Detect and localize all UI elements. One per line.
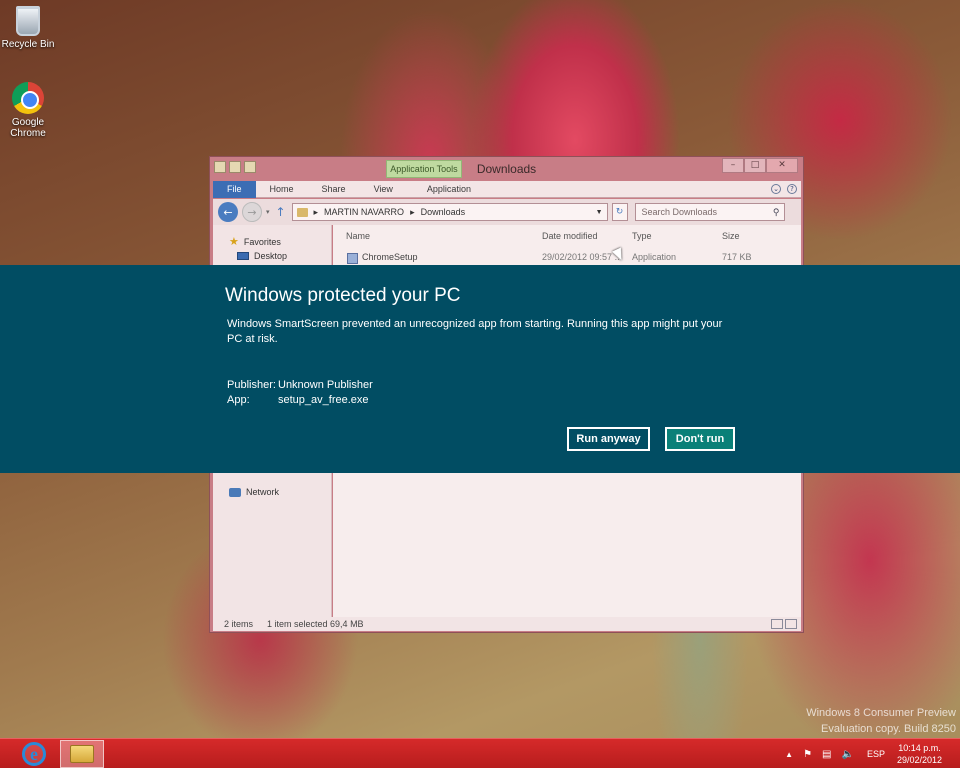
file-explorer-icon: [70, 745, 94, 763]
volume-icon[interactable]: 🔈: [841, 749, 853, 760]
file-name: ChromeSetup: [362, 252, 418, 262]
clock[interactable]: 10:14 p.m. 29/02/2012: [897, 742, 960, 766]
column-name[interactable]: Name: [346, 231, 370, 241]
network-icon: [229, 487, 241, 497]
tab-application[interactable]: Application: [413, 181, 485, 198]
star-icon: ★: [229, 236, 239, 248]
file-size: 717 KB: [722, 252, 752, 262]
refresh-button[interactable]: ↻: [611, 203, 628, 221]
nav-favorites-label: Favorites: [243, 236, 281, 247]
tab-home[interactable]: Home: [256, 181, 308, 198]
window-title: Downloads: [476, 162, 537, 176]
tab-file[interactable]: File: [213, 180, 256, 198]
selection-info: 1 item selected 69,4 MB: [267, 619, 364, 629]
chrome-icon: [12, 82, 44, 114]
maximize-button[interactable]: □: [744, 158, 766, 173]
dont-run-button[interactable]: Don't run: [665, 427, 735, 451]
tab-view[interactable]: View: [360, 181, 407, 198]
taskbar-internet-explorer[interactable]: e: [12, 740, 56, 768]
view-toggles: [771, 619, 801, 629]
address-dropdown-icon[interactable]: ▼: [596, 209, 607, 216]
close-button[interactable]: ✕: [766, 158, 798, 173]
app-row: App: setup_av_free.exe: [227, 394, 369, 406]
file-row[interactable]: ChromeSetup 29/02/2012 09:57 ... Applica…: [333, 251, 801, 265]
run-anyway-button[interactable]: Run anyway: [567, 427, 650, 451]
language-indicator[interactable]: ESP: [867, 749, 885, 759]
back-button[interactable]: ←: [218, 202, 238, 222]
search-placeholder: Search Downloads: [641, 207, 718, 217]
folder-icon: [296, 207, 308, 217]
watermark-line-1: Windows 8 Consumer Preview: [806, 707, 956, 719]
desktop-icon: [237, 252, 249, 260]
tab-share[interactable]: Share: [308, 181, 360, 198]
taskbar-file-explorer[interactable]: [60, 740, 104, 768]
forward-button[interactable]: →: [242, 202, 262, 222]
minimize-button[interactable]: –: [722, 158, 744, 173]
nav-network-label: Network: [246, 487, 280, 497]
search-icon[interactable]: ⚲: [773, 207, 784, 218]
evaluation-watermark: Windows 8 Consumer Preview Evaluation co…: [806, 705, 956, 737]
show-hidden-icons-icon[interactable]: ▲: [785, 750, 793, 759]
address-root[interactable]: MARTIN NAVARRO: [324, 207, 404, 217]
watermark-line-2: Evaluation copy. Build 8250: [821, 723, 956, 735]
clock-date: 29/02/2012: [896, 755, 942, 765]
dialog-title: Windows protected your PC: [225, 285, 461, 306]
app-value: setup_av_free.exe: [278, 394, 369, 406]
dialog-message: Windows SmartScreen prevented an unrecog…: [227, 318, 723, 345]
navigation-bar: ← → ▾ ↑ ▸ MARTIN NAVARRO ▸ Downloads ▼ ↻…: [213, 199, 801, 225]
publisher-value: Unknown Publisher: [278, 379, 373, 391]
file-type: Application: [632, 252, 677, 262]
chrome-label: Google Chrome: [10, 117, 46, 139]
publisher-label: Publisher:: [227, 379, 276, 391]
window-controls: – □ ✕: [722, 158, 798, 173]
column-date-modified[interactable]: Date modified: [542, 231, 598, 241]
app-label: App:: [227, 394, 250, 406]
nav-network[interactable]: Network: [229, 487, 279, 497]
address-bar[interactable]: ▸ MARTIN NAVARRO ▸ Downloads ▼: [291, 203, 608, 221]
address-separator: ▸: [313, 206, 319, 217]
taskbar: e ▲ ⚑ ▤ 🔈 ESP 10:14 p.m. 29/02/2012: [0, 738, 960, 768]
nav-desktop[interactable]: Desktop: [237, 251, 287, 261]
column-size[interactable]: Size: [722, 231, 740, 241]
nav-favorites[interactable]: ★ Favorites: [229, 235, 281, 248]
ribbon-tabs: File Home Share View Application ⌄ ?: [213, 180, 801, 198]
recycle-bin-label: Recycle Bin: [1, 39, 55, 50]
nav-desktop-label: Desktop: [254, 251, 288, 261]
item-count: 2 items: [224, 619, 254, 629]
internet-explorer-icon: e: [22, 742, 46, 766]
file-date: 29/02/2012 09:57 ...: [542, 252, 623, 262]
expand-ribbon-icon[interactable]: ⌄: [771, 184, 781, 194]
explorer-titlebar[interactable]: Application Tools Downloads – □ ✕: [210, 157, 803, 181]
column-type[interactable]: Type: [632, 231, 652, 241]
status-bar: 2 items 1 item selected 69,4 MB: [213, 617, 801, 631]
network-status-icon[interactable]: ▤: [822, 749, 831, 760]
ribbon-right-icons: ⌄ ?: [771, 184, 801, 194]
recycle-bin-icon: [16, 6, 40, 36]
recent-locations-icon[interactable]: ▾: [266, 208, 270, 216]
chrome-desktop-icon[interactable]: Google Chrome: [0, 82, 56, 139]
address-folder[interactable]: Downloads: [421, 207, 466, 217]
action-center-flag-icon[interactable]: ⚑: [803, 749, 812, 760]
system-tray: ▲ ⚑ ▤ 🔈 ESP 10:14 p.m. 29/02/2012: [780, 739, 960, 768]
smartscreen-dialog: Windows protected your PC Windows SmartS…: [0, 265, 960, 473]
up-button[interactable]: ↑: [274, 202, 288, 222]
address-separator: ▸: [410, 206, 415, 217]
search-input[interactable]: Search Downloads ⚲: [634, 203, 785, 221]
large-icons-view-icon[interactable]: [785, 619, 797, 629]
clock-time: 10:14 p.m.: [898, 743, 941, 753]
help-icon[interactable]: ?: [787, 184, 797, 194]
details-view-icon[interactable]: [771, 619, 783, 629]
recycle-bin-desktop-icon[interactable]: Recycle Bin: [0, 6, 56, 50]
publisher-row: Publisher: Unknown Publisher: [227, 379, 373, 391]
